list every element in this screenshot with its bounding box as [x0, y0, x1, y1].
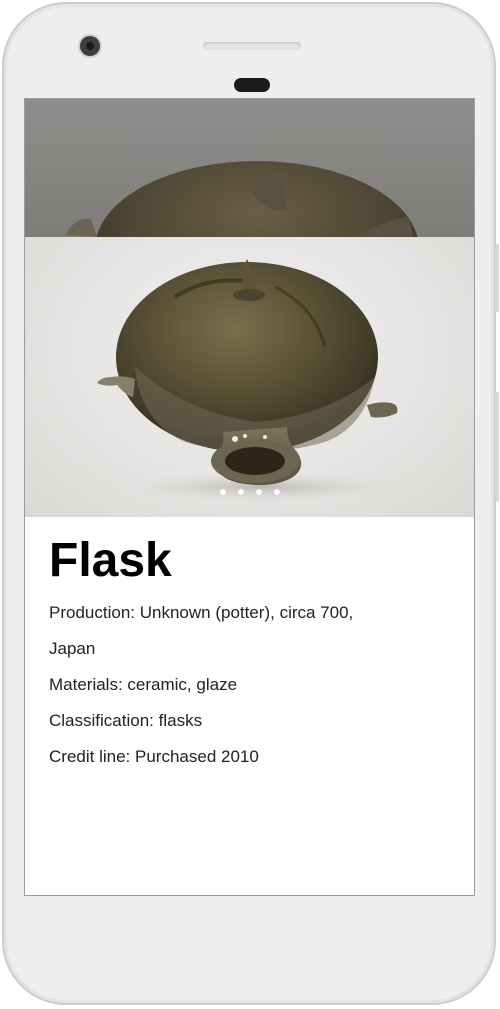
object-title: Flask — [49, 534, 172, 587]
production-label: Production: — [49, 603, 135, 622]
volume-button — [495, 392, 499, 502]
materials-value: ceramic, glaze — [127, 675, 238, 694]
credit-line: Credit line: Purchased 2010 — [49, 739, 458, 775]
flask-photo-top — [65, 161, 418, 237]
production-line: Production: Unknown (potter), circa 700, — [49, 595, 458, 631]
earpiece-speaker-icon — [203, 42, 301, 50]
carousel-indicators — [25, 489, 474, 495]
production-value: Unknown (potter), circa 700, — [139, 603, 354, 622]
carousel-dot-1[interactable] — [219, 489, 226, 495]
credit-label: Credit line: — [49, 747, 131, 766]
carousel-dot-3[interactable] — [255, 489, 262, 495]
carousel-image-previous — [25, 99, 474, 237]
credit-value: Purchased 2010 — [135, 747, 259, 766]
flask-photo — [97, 259, 411, 503]
power-button — [495, 244, 499, 312]
app-screen: Flask Production: Unknown (potter), circ… — [24, 98, 475, 896]
object-details: Flask Production: Unknown (potter), circ… — [49, 535, 458, 775]
materials-label: Materials: — [49, 675, 123, 694]
carousel-dot-4[interactable] — [273, 489, 280, 495]
proximity-sensor-icon — [234, 78, 270, 92]
carousel-dot-2[interactable] — [237, 489, 244, 495]
classification-line: Classification: flasks — [49, 703, 458, 739]
classification-value: flasks — [158, 711, 203, 730]
image-carousel[interactable] — [25, 99, 474, 517]
production-place: Japan — [49, 639, 96, 658]
materials-line: Materials: ceramic, glaze — [49, 667, 458, 703]
classification-label: Classification: — [49, 711, 154, 730]
front-camera-icon — [80, 36, 100, 56]
carousel-image-current — [25, 237, 474, 517]
